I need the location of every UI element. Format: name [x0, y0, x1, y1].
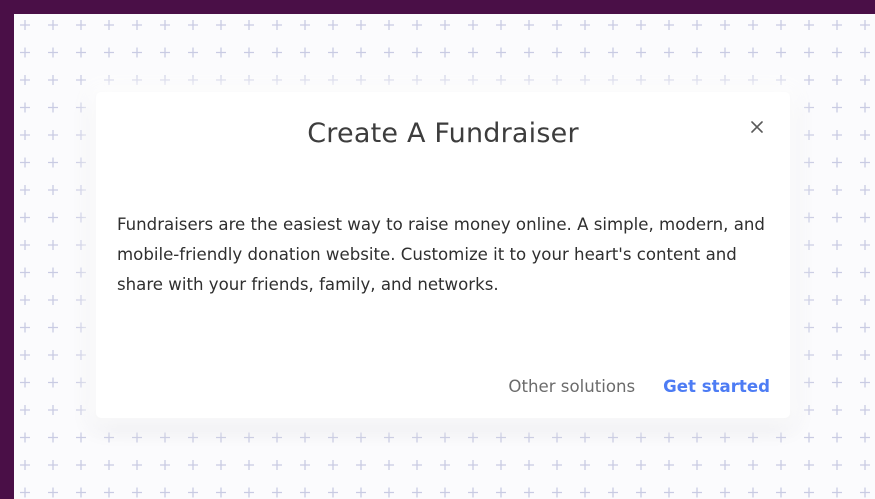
- frame-border-top: [0, 0, 875, 14]
- modal-title: Create A Fundraiser: [307, 118, 579, 149]
- frame-border-left: [0, 0, 14, 499]
- page-background: Create A Fundraiser Fundraisers are the …: [0, 0, 875, 499]
- modal-description-text: Fundraisers are the easiest way to raise…: [117, 215, 765, 294]
- get-started-button[interactable]: Get started: [663, 377, 770, 396]
- modal-actions: Other solutions Get started: [508, 377, 770, 396]
- modal-description: Fundraisers are the easiest way to raise…: [117, 210, 777, 300]
- close-icon[interactable]: [746, 116, 768, 138]
- create-fundraiser-modal: Create A Fundraiser Fundraisers are the …: [96, 92, 790, 418]
- other-solutions-button[interactable]: Other solutions: [508, 377, 635, 396]
